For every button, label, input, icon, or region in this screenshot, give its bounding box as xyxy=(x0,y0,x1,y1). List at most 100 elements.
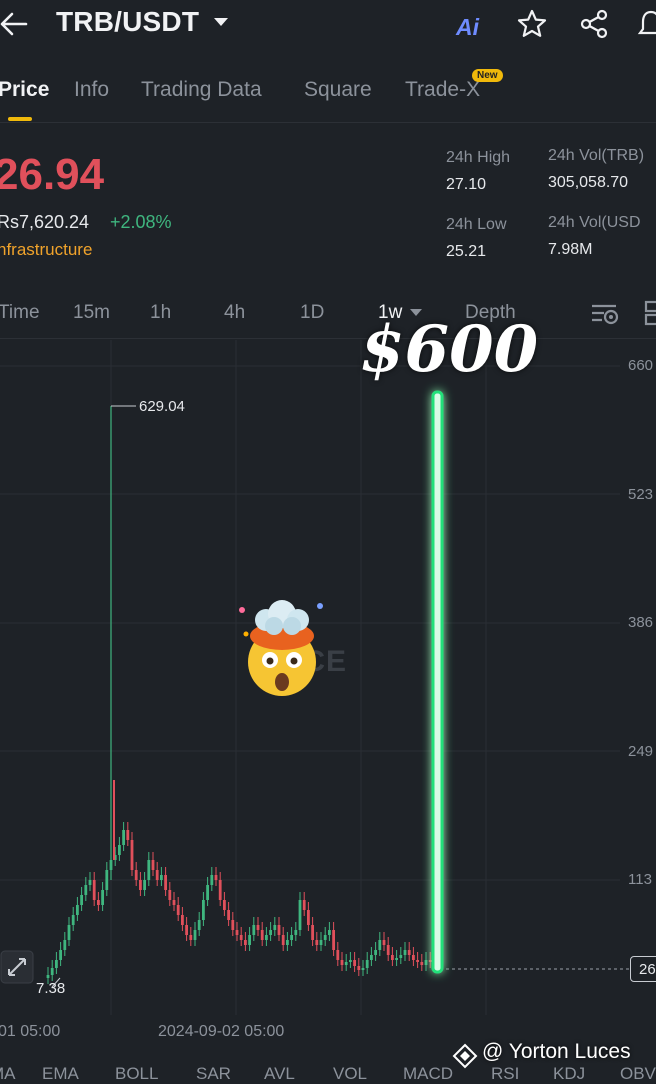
candle xyxy=(97,900,100,905)
bell-icon[interactable] xyxy=(636,8,656,40)
candle xyxy=(55,960,58,968)
pair-title[interactable]: TRB/USDT xyxy=(56,6,199,38)
credit-text: @ Yorton Luces xyxy=(482,1040,631,1063)
candle xyxy=(336,950,340,960)
share-icon[interactable] xyxy=(578,8,610,40)
min-price-label: 7.38 xyxy=(36,980,66,997)
candle xyxy=(399,955,403,958)
category-tag[interactable]: nfrastructure xyxy=(0,240,92,260)
candle xyxy=(181,915,184,925)
tf-time[interactable]: Time xyxy=(0,302,40,324)
candle xyxy=(239,935,243,940)
candle xyxy=(269,930,272,935)
candle xyxy=(294,930,298,935)
divider xyxy=(0,122,656,123)
candle xyxy=(126,830,130,840)
candle xyxy=(143,880,146,890)
high-label: 24h High xyxy=(446,149,511,166)
vol-trb-label: 24h Vol(TRB) xyxy=(548,147,645,164)
indicator-boll[interactable]: BOLL xyxy=(115,1064,158,1084)
indicator-kdj[interactable]: KDJ xyxy=(553,1064,585,1084)
candle xyxy=(101,890,104,905)
candle xyxy=(189,935,193,940)
indicator-ema[interactable]: EMA xyxy=(42,1064,79,1084)
indicator-obv[interactable]: OBV xyxy=(620,1064,656,1084)
x-axis-label: 2024-09-02 05:00 xyxy=(158,1023,285,1040)
y-tick-label: 113 xyxy=(628,871,652,888)
candle xyxy=(197,920,201,930)
tab-price[interactable]: Price xyxy=(0,78,49,102)
price-change: +2.08% xyxy=(110,212,172,232)
pair-dropdown-icon[interactable] xyxy=(214,18,228,26)
candle xyxy=(349,960,352,962)
candle xyxy=(290,935,293,940)
candle xyxy=(386,945,390,955)
low-label: 24h Low xyxy=(446,216,507,233)
star-icon[interactable] xyxy=(516,8,548,40)
tab-trading-data[interactable]: Trading Data xyxy=(141,78,262,102)
candle xyxy=(185,925,188,935)
y-tick-label: 249 xyxy=(628,743,654,760)
candle xyxy=(353,960,356,966)
candle xyxy=(302,900,306,910)
y-tick-label: 523 xyxy=(628,486,654,503)
candle xyxy=(273,925,277,930)
candle xyxy=(420,962,424,965)
candle xyxy=(323,935,327,940)
candle xyxy=(118,845,121,855)
candle xyxy=(265,935,268,940)
candle xyxy=(361,968,365,970)
indicator-sar[interactable]: SAR xyxy=(196,1064,231,1084)
candle xyxy=(244,940,247,945)
candle xyxy=(407,950,411,955)
tab-info[interactable]: Info xyxy=(74,78,109,102)
indicator-rsi[interactable]: RSI xyxy=(491,1064,519,1084)
tf-4h[interactable]: 4h xyxy=(224,302,245,324)
ai-icon[interactable]: Ai xyxy=(456,14,479,41)
tf-1h[interactable]: 1h xyxy=(150,302,171,324)
candle xyxy=(160,875,163,880)
candle xyxy=(357,966,361,970)
chart-settings-icon[interactable] xyxy=(588,298,622,328)
indicator-ma[interactable]: MA xyxy=(0,1064,16,1084)
candle xyxy=(130,840,134,870)
candle xyxy=(139,880,142,890)
indicator-vol[interactable]: VOL xyxy=(333,1064,367,1084)
candle xyxy=(260,930,264,940)
local-price: Rs7,620.24 xyxy=(0,212,90,232)
new-badge: New xyxy=(472,69,503,82)
back-arrow-icon[interactable] xyxy=(0,8,30,40)
vol-trb-value: 305,058.70 xyxy=(548,174,629,191)
candle xyxy=(328,930,331,935)
chart-layout-icon[interactable] xyxy=(640,298,656,328)
candle xyxy=(231,920,235,930)
candle xyxy=(412,955,415,960)
tab-trade-x[interactable]: Trade-X xyxy=(405,78,480,102)
candle xyxy=(218,880,222,900)
candle xyxy=(151,860,155,870)
indicator-avl[interactable]: AVL xyxy=(264,1064,295,1084)
expand-icon[interactable] xyxy=(0,950,34,984)
candle xyxy=(365,960,369,968)
candle xyxy=(428,960,432,962)
vol-usdt-value: 7.98M xyxy=(548,241,593,258)
tf-15m[interactable]: 15m xyxy=(73,302,110,324)
indicator-macd[interactable]: MACD xyxy=(403,1064,453,1084)
candle xyxy=(395,958,398,960)
candle xyxy=(227,910,230,920)
candle xyxy=(315,940,319,945)
candle xyxy=(286,940,289,945)
candle xyxy=(59,950,62,960)
tab-square[interactable]: Square xyxy=(304,78,372,102)
candle xyxy=(416,960,419,962)
candle xyxy=(378,940,382,950)
candle xyxy=(403,950,407,955)
y-tick-label: 660 xyxy=(628,357,654,374)
tf-1d[interactable]: 1D xyxy=(300,302,324,324)
candle xyxy=(168,890,172,900)
candle xyxy=(281,935,285,945)
high-value: 27.10 xyxy=(446,176,487,193)
candle xyxy=(374,950,377,955)
overlay-price-text: $600 xyxy=(360,312,539,387)
last-price: 26.94 xyxy=(0,150,105,199)
